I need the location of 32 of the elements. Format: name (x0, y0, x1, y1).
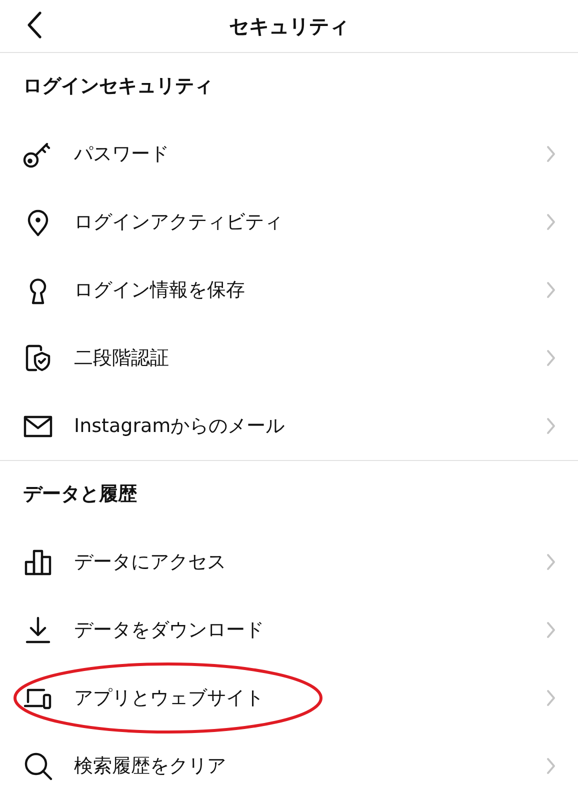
back-icon (26, 11, 42, 39)
row-label: ログインアクティビティ (74, 210, 284, 235)
settings-row[interactable]: ログイン情報を保存 (0, 256, 578, 324)
chevron-icon (546, 281, 556, 299)
section-heading: ログインセキュリティ (23, 74, 213, 100)
settings-row[interactable]: 検索履歴をクリア (0, 732, 578, 800)
row-label: Instagramからのメール (74, 414, 286, 439)
settings-row[interactable]: Instagramからのメール (0, 392, 578, 460)
settings-row[interactable]: パスワード (0, 120, 578, 188)
page-title: セキュリティ (229, 13, 349, 40)
search-icon (22, 750, 54, 782)
chevron-icon (546, 689, 556, 707)
section-heading: データと履歴 (23, 482, 137, 508)
chevron-icon (546, 213, 556, 231)
row-label: アプリとウェブサイト (74, 686, 265, 711)
row-label: ログイン情報を保存 (74, 278, 246, 303)
settings-row[interactable]: ログインアクティビティ (0, 188, 578, 256)
settings-row[interactable]: データにアクセス (0, 528, 578, 596)
chevron-icon (546, 553, 556, 571)
row-label: パスワード (74, 142, 170, 167)
settings-row[interactable]: データをダウンロード (0, 596, 578, 664)
chevron-icon (546, 349, 556, 367)
chevron-icon (546, 145, 556, 163)
row-label: 二段階認証 (74, 346, 170, 371)
row-label: 検索履歴をクリア (74, 754, 227, 779)
chevron-icon (546, 757, 556, 775)
row-label: データをダウンロード (74, 618, 265, 643)
chevron-icon (546, 417, 556, 435)
chevron-icon (546, 621, 556, 639)
row-label: データにアクセス (74, 550, 227, 575)
settings-row[interactable]: アプリとウェブサイト (0, 664, 578, 732)
settings-row[interactable]: 二段階認証 (0, 324, 578, 392)
